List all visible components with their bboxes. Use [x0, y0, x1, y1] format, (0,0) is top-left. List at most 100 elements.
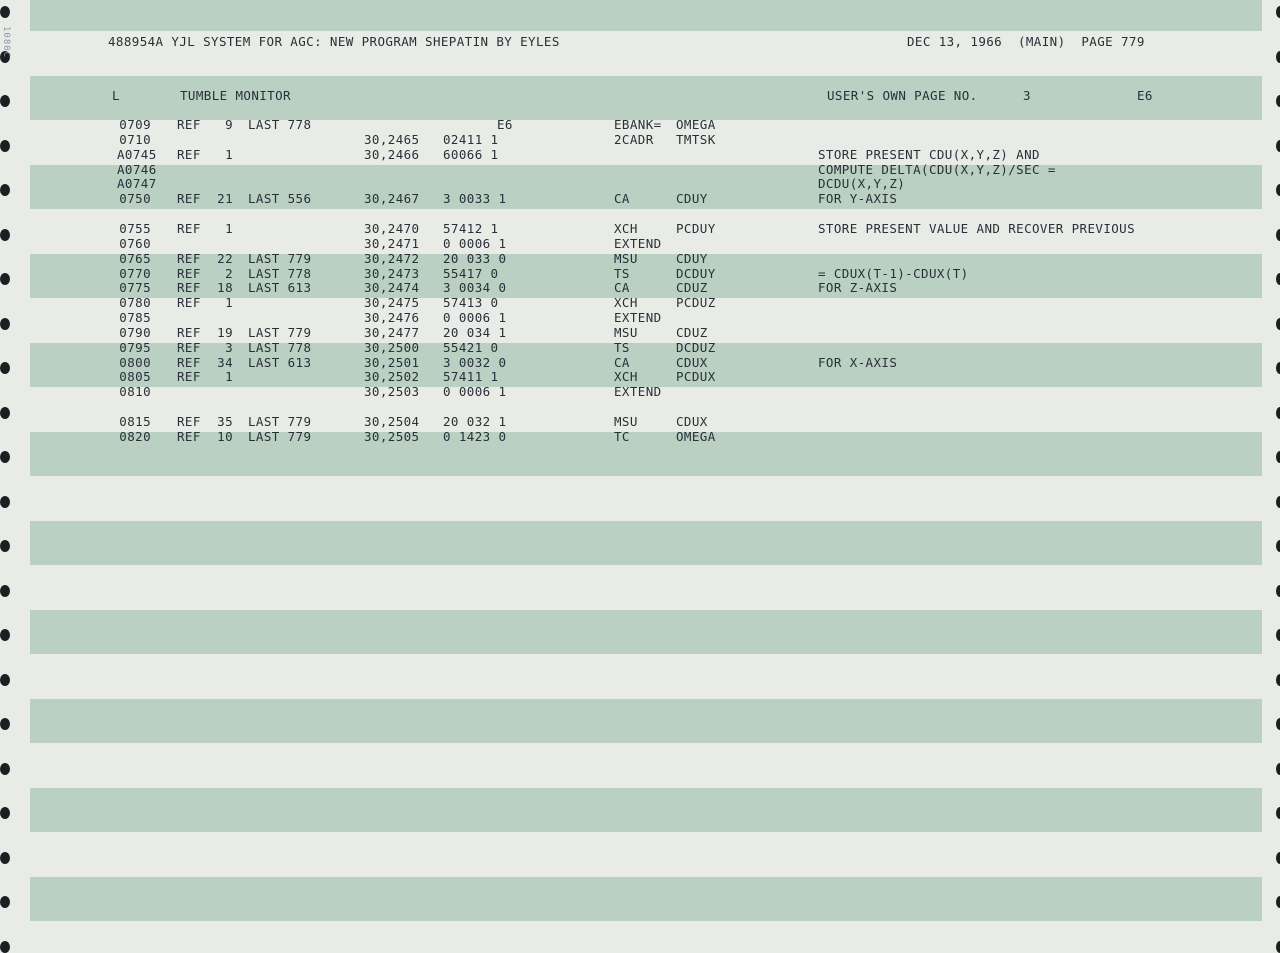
listing-comment: STORE PRESENT VALUE AND RECOVER PREVIOUS: [818, 220, 1136, 236]
listing-last: LAST 779: [248, 324, 312, 340]
listing-addr: 30,2465: [364, 131, 420, 147]
paper-band: [30, 610, 1262, 654]
listing-line: 0780: [119, 295, 151, 311]
section-marker: L: [112, 88, 120, 103]
listing-addr: 30,2470: [364, 220, 420, 236]
listing-code: E6: [497, 117, 513, 132]
listing-addr: 30,2473: [364, 265, 420, 281]
listing-refnum: 18: [217, 280, 233, 296]
listing-operand: DCDUZ: [676, 339, 716, 355]
listing-last: LAST 779: [248, 250, 312, 266]
listing-ref: REF: [177, 117, 201, 132]
feed-hole: [0, 629, 10, 641]
listing-comment: FOR Y-AXIS: [818, 191, 898, 207]
feed-hole: [0, 718, 10, 730]
listing-line: A0747: [117, 176, 157, 192]
listing-line: 0750: [119, 191, 151, 207]
margin-note: 1080C: [1, 26, 11, 59]
listing-addr: 30,2477: [364, 324, 420, 340]
feed-hole: [1276, 718, 1280, 730]
listing-ref: REF: [177, 220, 201, 236]
listing-refnum: 19: [217, 324, 233, 340]
listing-op: XCH: [614, 369, 638, 385]
listing-code: 02411 1: [443, 131, 499, 147]
feed-hole: [0, 273, 10, 285]
listing-operand: DCDUY: [676, 265, 716, 281]
listing-line: 0775: [119, 280, 151, 296]
feed-hole: [1276, 273, 1280, 285]
listing-comment: FOR X-AXIS: [818, 354, 898, 370]
feed-hole: [1276, 184, 1280, 196]
listing-code: 57412 1: [443, 220, 499, 236]
feed-hole: [1276, 95, 1280, 107]
feed-hole: [0, 6, 10, 18]
listing-ref: REF: [177, 295, 201, 311]
listing-line: A0746: [117, 161, 157, 177]
feed-hole: [1276, 896, 1280, 908]
feed-hole: [1276, 495, 1280, 508]
listing-line: 0710: [119, 131, 151, 147]
listing-line: 0805: [119, 369, 151, 385]
listing-operand: CDUY: [676, 250, 708, 266]
feed-hole: [0, 228, 10, 241]
listing-operand: OMEGA: [676, 428, 716, 444]
feed-hole: [0, 940, 10, 953]
listing-op: TS: [614, 265, 630, 281]
listing-line: 0800: [119, 354, 151, 370]
listing-comment: FOR Z-AXIS: [818, 280, 898, 296]
listing-ref: REF: [177, 354, 201, 370]
listing-refnum: 1: [225, 220, 233, 236]
listing-addr: 30,2501: [364, 354, 420, 370]
feed-hole: [1276, 673, 1280, 686]
paper-band: [30, 521, 1262, 565]
paper-band: [30, 788, 1262, 832]
listing-last: LAST 613: [248, 354, 312, 370]
listing-line: A0745: [117, 146, 157, 162]
feed-hole: [1276, 139, 1280, 152]
feed-hole: [0, 139, 10, 152]
listing-addr: 30,2476: [364, 310, 420, 326]
listing-operand: PCDUZ: [676, 295, 716, 311]
listing-refnum: 10: [217, 428, 233, 444]
listing-operand: CDUY: [676, 191, 708, 207]
listing-addr: 30,2472: [364, 250, 420, 266]
listing-ref: REF: [177, 414, 201, 429]
feed-hole: [0, 362, 10, 374]
feed-hole: [0, 896, 10, 908]
users-page-label: USER'S OWN PAGE NO.: [827, 88, 978, 103]
listing-ref: REF: [177, 250, 201, 266]
listing-line: 0785: [119, 310, 151, 326]
listing-operand: CDUX: [676, 354, 708, 370]
listing-last: LAST 556: [248, 191, 312, 207]
listing-addr: 30,2475: [364, 295, 420, 311]
feed-hole: [0, 495, 10, 508]
feed-hole: [0, 451, 10, 463]
feed-hole: [1276, 362, 1280, 374]
listing-code: 20 033 0: [443, 250, 507, 266]
listing-last: LAST 779: [248, 428, 312, 444]
listing-op: MSU: [614, 250, 638, 266]
listing-operand: TMTSK: [676, 131, 716, 147]
listing-op: EXTEND: [614, 384, 662, 400]
listing-operand: CDUZ: [676, 324, 708, 340]
listing-code: 55421 0: [443, 339, 499, 355]
listing-ref: REF: [177, 324, 201, 340]
listing-last: LAST 778: [248, 117, 312, 132]
listing-op: EBANK=: [614, 117, 662, 132]
listing-code: 3 0032 0: [443, 354, 507, 370]
listing-line: 0755: [119, 220, 151, 236]
listing-operand: OMEGA: [676, 117, 716, 132]
header-right: DEC 13, 1966 (MAIN) PAGE 779: [907, 34, 1145, 49]
listing-op: 2CADR: [614, 131, 654, 147]
listing-addr: 30,2466: [364, 146, 420, 162]
feed-hole: [1276, 406, 1280, 419]
feed-hole: [1276, 451, 1280, 463]
listing-op: CA: [614, 354, 630, 370]
listing-line: 0709: [119, 117, 151, 132]
feed-hole: [0, 317, 10, 330]
tractor-holes-right: [1266, 0, 1280, 953]
listing-line: 0770: [119, 265, 151, 281]
listing-refnum: 34: [217, 354, 233, 370]
listing-code: 57413 0: [443, 295, 499, 311]
bank-label: E6: [1137, 88, 1153, 103]
